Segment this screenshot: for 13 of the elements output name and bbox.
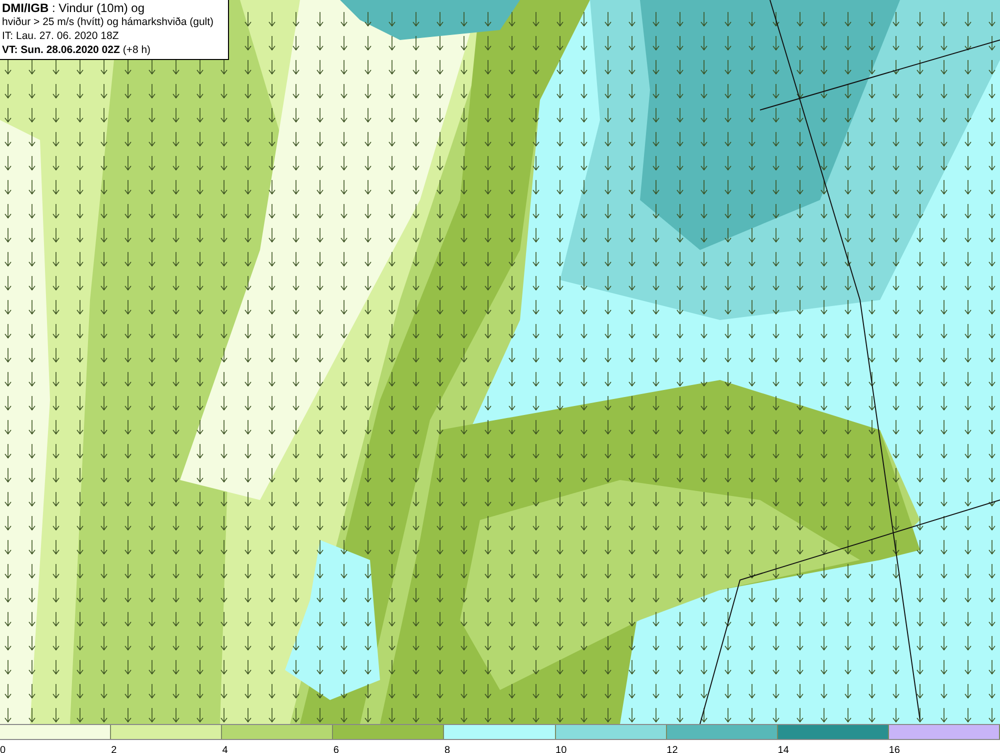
legend-tick-label: 4 bbox=[222, 744, 228, 753]
legend-tick-label: 16 bbox=[888, 744, 900, 753]
legend-tick-label: 8 bbox=[444, 744, 450, 753]
legend-tick-label: 10 bbox=[556, 744, 567, 753]
legend-tick-label: 6 bbox=[333, 744, 339, 753]
legend-tick-label: 2 bbox=[111, 744, 117, 753]
header-text: DMI/IGB : Vindur (10m) og bbox=[2, 1, 146, 15]
legend-tick-label: 14 bbox=[778, 744, 789, 753]
header-text: VT: Sun. 28.06.2020 02Z (+8 h) bbox=[2, 43, 152, 57]
legend-tick-label: 12 bbox=[666, 744, 678, 753]
header-text: hviður > 25 m/s (hvítt) og hámarkshviða (gult) bbox=[2, 15, 215, 29]
header-text: IT: Lau. 27. 06. 2020 18Z bbox=[2, 29, 120, 43]
legend-tick-label: 0 bbox=[0, 744, 6, 753]
